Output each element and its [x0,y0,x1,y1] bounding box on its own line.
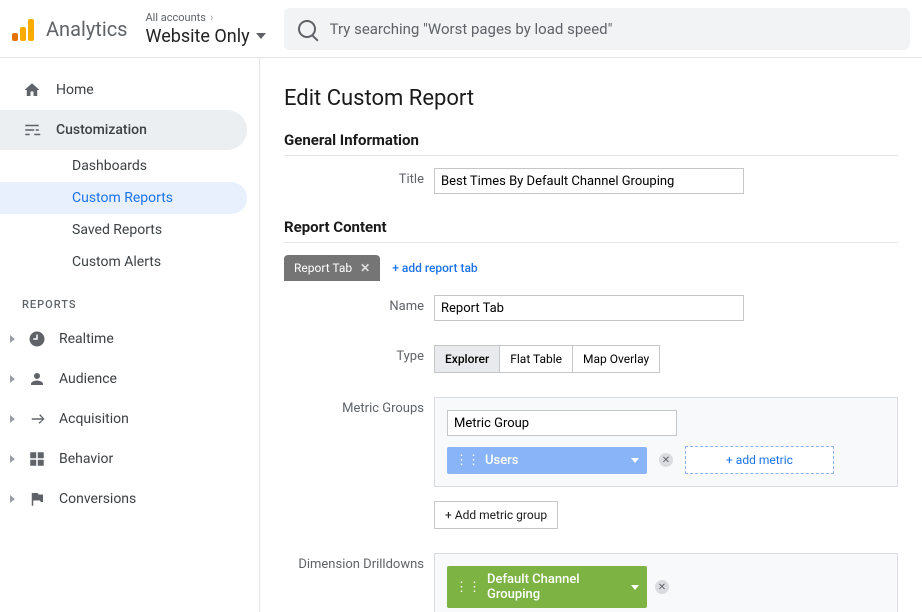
nav-label: Acquisition [59,411,129,427]
type-explorer-button[interactable]: Explorer [434,345,500,373]
drag-icon: ⋮⋮ [455,453,479,468]
nav-customization[interactable]: Customization [0,110,247,150]
nav-saved-reports[interactable]: Saved Reports [0,214,247,246]
tab-label: Report Tab [294,261,352,275]
type-map-overlay-button[interactable]: Map Overlay [573,345,660,373]
arrow-icon [27,409,47,429]
add-report-tab-button[interactable]: + add report tab [392,261,477,275]
metric-chip-users[interactable]: ⋮⋮ Users [447,447,647,474]
nav-realtime[interactable]: Realtime [0,319,259,359]
search-input[interactable]: Try searching "Worst pages by load speed… [284,8,910,50]
remove-metric-icon[interactable]: ✕ [659,453,673,467]
dimension-drilldowns-box: ⋮⋮ Default Channel Grouping ✕ ⋮⋮ Hour [434,553,898,612]
nav-label: Customization [56,122,147,138]
type-flat-table-button[interactable]: Flat Table [500,345,573,373]
chevron-right-icon [10,455,15,463]
reports-section-label: REPORTS [0,278,259,319]
drag-icon: ⋮⋮ [455,580,481,595]
name-input[interactable] [434,295,744,321]
metric-group-box: ⋮⋮ Users ✕ + add metric [434,397,898,487]
nav-audience[interactable]: Audience [0,359,259,399]
person-icon [27,369,47,389]
search-icon [298,20,316,38]
nav-behavior[interactable]: Behavior [0,439,259,479]
nav-acquisition[interactable]: Acquisition [0,399,259,439]
sidebar: Home Customization Dashboards Custom Rep… [0,58,260,612]
main-content: Edit Custom Report General Information T… [260,58,922,612]
logo[interactable]: Analytics [12,17,128,41]
nav-label: Home [56,82,94,98]
type-label: Type [284,345,434,364]
home-icon [22,80,42,100]
title-label: Title [284,168,434,187]
title-input[interactable] [434,168,744,194]
chevron-down-icon [256,33,266,39]
nav-conversions[interactable]: Conversions [0,479,259,519]
nav-dashboards[interactable]: Dashboards [0,150,247,182]
report-tab[interactable]: Report Tab ✕ [284,255,380,281]
dimension-drilldowns-label: Dimension Drilldowns [284,553,434,572]
add-metric-button[interactable]: + add metric [685,446,834,474]
nav-label: Conversions [59,491,136,507]
type-selector: Explorer Flat Table Map Overlay [434,345,898,373]
nav-label: Realtime [59,331,114,347]
close-icon[interactable]: ✕ [360,261,370,275]
chevron-right-icon: › [210,11,213,24]
clock-icon [27,329,47,349]
chip-label: Default Channel Grouping [487,572,631,602]
product-name: Analytics [46,17,128,41]
nav-home[interactable]: Home [0,70,247,110]
general-info-heading: General Information [284,131,898,156]
account-label: All accounts [146,11,206,24]
grid-icon [27,449,47,469]
report-content-heading: Report Content [284,218,898,243]
app-header: Analytics All accounts › Website Only Tr… [0,0,922,58]
search-placeholder: Try searching "Worst pages by load speed… [330,20,613,38]
nav-custom-alerts[interactable]: Custom Alerts [0,246,247,278]
nav-custom-reports[interactable]: Custom Reports [0,182,247,214]
chevron-right-icon [10,335,15,343]
chevron-down-icon [631,585,639,590]
remove-dimension-icon[interactable]: ✕ [655,580,669,594]
account-switcher[interactable]: All accounts › Website Only [146,11,266,47]
metric-group-name-input[interactable] [447,410,677,436]
flag-icon [27,489,47,509]
nav-label: Behavior [59,451,113,467]
analytics-logo-icon [12,17,36,41]
chevron-down-icon [631,458,639,463]
dimension-chip-channel-grouping[interactable]: ⋮⋮ Default Channel Grouping [447,566,647,608]
chevron-right-icon [10,495,15,503]
nav-label: Audience [59,371,117,387]
chevron-right-icon [10,415,15,423]
add-metric-group-button[interactable]: + Add metric group [434,501,558,529]
metric-groups-label: Metric Groups [284,397,434,416]
account-name: Website Only [146,26,250,47]
chevron-right-icon [10,375,15,383]
name-label: Name [284,295,434,314]
page-title: Edit Custom Report [284,86,898,111]
chip-label: Users [485,453,518,468]
customize-icon [22,120,42,140]
